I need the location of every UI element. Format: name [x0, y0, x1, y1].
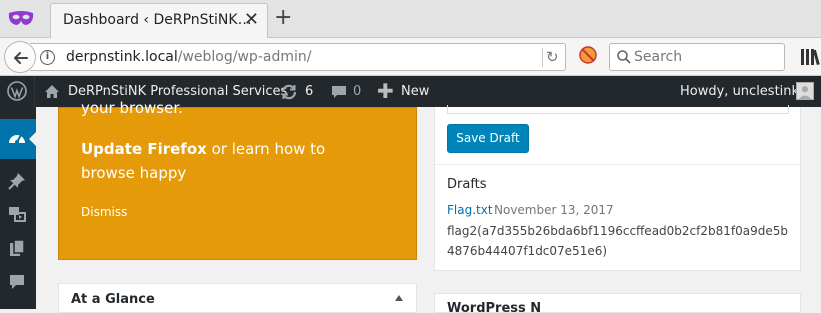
- quick-draft-widget: Save Draft Drafts Flag.txt November 13, …: [434, 105, 801, 271]
- search-placeholder: Search: [634, 49, 683, 65]
- browser-tab-dashboard[interactable]: Dashboard ‹ DeRPnStiNK… ✕: [50, 3, 268, 38]
- plus-icon[interactable]: ✚: [377, 81, 394, 101]
- private-browsing-mask-icon: [8, 11, 34, 25]
- wordpress-logo-icon[interactable]: [7, 81, 27, 101]
- browser-update-notice: your browser. Update Firefox or learn ho…: [58, 99, 417, 260]
- tab-title: Dashboard ‹ DeRPnStiNK…: [63, 12, 252, 28]
- notice-top-text: your browser.: [81, 99, 183, 117]
- sidebar-item-dashboard[interactable]: [0, 119, 37, 159]
- site-info-icon[interactable]: i: [40, 50, 55, 65]
- back-arrow-icon: [14, 52, 28, 64]
- search-icon: [617, 50, 631, 64]
- library-icon[interactable]: [800, 48, 821, 66]
- pages-icon[interactable]: [7, 238, 27, 258]
- reload-icon[interactable]: ↻: [546, 48, 559, 66]
- drafts-heading: Drafts: [447, 177, 487, 192]
- url-divider: [542, 48, 543, 67]
- comments-count[interactable]: 0: [353, 76, 361, 107]
- new-content-link[interactable]: New: [401, 76, 429, 107]
- wordpress-news-widget: WordPress N: [434, 293, 801, 313]
- url-text: derpnstink.local/weblog/wp-admin/: [66, 49, 312, 65]
- search-bar[interactable]: Search: [609, 43, 785, 71]
- admin-sidebar: [0, 107, 37, 309]
- save-draft-button[interactable]: Save Draft: [447, 124, 529, 153]
- new-tab-button[interactable]: +: [274, 6, 292, 30]
- draft-content-textarea[interactable]: [447, 105, 789, 114]
- update-firefox-link[interactable]: Update Firefox: [81, 140, 207, 158]
- widget-title: At a Glance: [71, 292, 155, 307]
- avatar[interactable]: [796, 82, 814, 100]
- draft-excerpt: flag2(a7d355b26bda6bf1196ccffead0b2cf2b8…: [447, 224, 788, 258]
- browser-tab-bar: Dashboard ‹ DeRPnStiNK… ✕ +: [0, 0, 821, 38]
- dismiss-link[interactable]: Dismiss: [81, 205, 127, 219]
- close-tab-icon[interactable]: ✕: [244, 10, 259, 30]
- back-button[interactable]: [4, 41, 36, 73]
- blocked-extension-icon[interactable]: [579, 46, 597, 64]
- draft-title-link[interactable]: Flag.txt: [447, 203, 493, 217]
- updates-icon[interactable]: [280, 83, 298, 101]
- howdy-user-menu[interactable]: Howdy, unclestinky: [680, 76, 806, 107]
- url-bar[interactable]: i derpnstink.local/weblog/wp-admin/ ↻: [30, 43, 566, 71]
- draft-date: November 13, 2017: [494, 203, 614, 217]
- posts-pin-icon[interactable]: [7, 171, 27, 191]
- comments-icon[interactable]: [7, 272, 27, 292]
- browser-nav-bar: i derpnstink.local/weblog/wp-admin/ ↻ Se…: [0, 38, 821, 76]
- widget-title: WordPress N: [447, 301, 542, 313]
- divider: [435, 164, 801, 165]
- notice-message: Update Firefox or learn how to browse ha…: [81, 137, 381, 185]
- dashboard-gauge-icon: [9, 134, 25, 144]
- comments-icon[interactable]: [331, 85, 347, 99]
- media-icon[interactable]: [7, 204, 27, 224]
- updates-count[interactable]: 6: [305, 76, 313, 107]
- home-icon[interactable]: [44, 84, 60, 99]
- admin-bar-divider: [34, 76, 35, 107]
- collapse-toggle-icon[interactable]: [395, 295, 403, 301]
